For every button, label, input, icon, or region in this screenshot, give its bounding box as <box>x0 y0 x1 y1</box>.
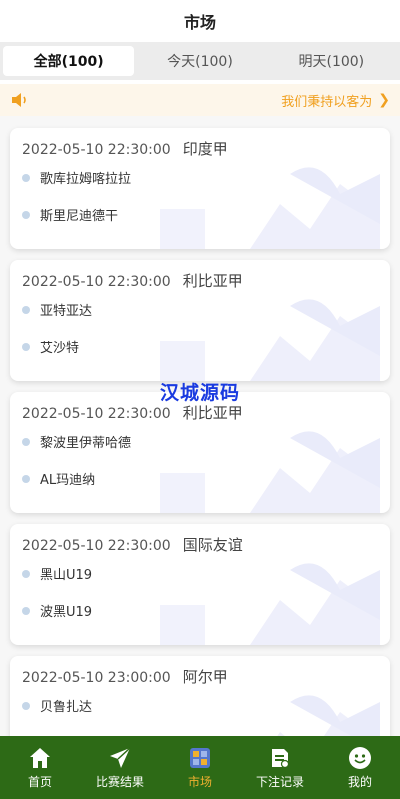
tabbar-item-home[interactable]: 首页 <box>0 736 80 799</box>
team-away: 斯里尼迪德干 <box>22 205 118 224</box>
tab-all[interactable]: 全部(100) <box>3 46 135 76</box>
tabbar-item-results[interactable]: 比赛结果 <box>80 736 160 799</box>
watermark-text: 汉城源码 <box>159 382 240 404</box>
tabbar-item-records[interactable]: 下注记录 <box>240 736 320 799</box>
tabbar-item-me[interactable]: 我的 <box>320 736 400 799</box>
team-away: AL玛迪纳 <box>22 469 95 488</box>
market-icon <box>190 747 210 768</box>
team-home: 歌库拉姆喀拉拉 <box>22 168 131 187</box>
tabbar-label: 市场 <box>187 774 212 789</box>
match-time: 2022-05-10 22:30:00 <box>22 274 171 290</box>
notice-text: 我们秉持以客为 <box>281 94 373 110</box>
match-card[interactable]: 2022-05-10 22:30:00 国际友谊 黑山U19 波黑U19 <box>10 524 390 645</box>
speaker-icon <box>12 93 26 107</box>
tabbar-item-market[interactable]: 市场 <box>160 736 240 799</box>
team-dot-icon <box>22 606 30 615</box>
team-away: 波黑U19 <box>22 601 92 620</box>
filter-tabs: 全部(100) 今天(100) 明天(100) <box>0 42 400 80</box>
match-card[interactable]: 2022-05-10 22:30:00 利比亚甲 亚特亚达 艾沙特 <box>10 260 390 381</box>
team-name: 贝鲁扎达 <box>40 700 93 715</box>
record-icon <box>272 748 290 768</box>
tabbar-label: 我的 <box>347 774 372 789</box>
team-dot-icon <box>22 210 30 219</box>
team-name: AL玛迪纳 <box>40 473 96 488</box>
notice-bar[interactable]: 我们秉持以客为 ❯ <box>0 84 400 116</box>
match-time: 2022-05-10 22:30:00 <box>22 538 171 554</box>
bottom-tab-bar: 首页 比赛结果 市场 下注记录 我的 <box>0 736 400 799</box>
match-time: 2022-05-10 22:30:00 <box>22 406 171 422</box>
team-name: 波黑U19 <box>40 605 93 620</box>
team-dot-icon <box>22 701 30 710</box>
team-name: 歌库拉姆喀拉拉 <box>40 172 132 187</box>
match-list: 2022-05-10 22:30:00 印度甲 歌库拉姆喀拉拉 斯里尼迪德干 2… <box>0 116 400 736</box>
team-dot-icon <box>22 173 30 182</box>
team-home: 贝鲁扎达 <box>22 696 92 715</box>
team-dot-icon <box>22 342 30 351</box>
chevron-right-icon[interactable]: ❯ <box>378 92 390 108</box>
match-card[interactable]: 2022-05-10 23:00:00 阿尔甲 贝鲁扎达 <box>10 656 390 736</box>
match-card[interactable]: 2022-05-10 22:30:00 印度甲 歌库拉姆喀拉拉 斯里尼迪德干 <box>10 128 390 249</box>
tab-today[interactable]: 今天(100) <box>134 46 265 76</box>
team-dot-icon <box>22 437 30 446</box>
team-dot-icon <box>22 474 30 483</box>
team-dot-icon <box>22 305 30 314</box>
match-league: 利比亚甲 <box>182 272 243 290</box>
team-home: 黑山U19 <box>22 564 92 583</box>
team-name: 亚特亚达 <box>40 304 93 319</box>
team-name: 艾沙特 <box>40 341 80 356</box>
send-icon <box>110 746 131 768</box>
match-card[interactable]: 2022-05-10 22:30:00 利比亚甲 黎波里伊蒂哈德 AL玛迪纳 <box>10 392 390 513</box>
home-icon <box>30 747 50 768</box>
team-dot-icon <box>22 569 30 578</box>
match-time: 2022-05-10 22:30:00 <box>22 142 171 158</box>
team-home: 黎波里伊蒂哈德 <box>22 432 131 451</box>
match-time: 2022-05-10 23:00:00 <box>22 670 171 686</box>
match-league: 国际友谊 <box>182 536 243 554</box>
match-league: 利比亚甲 <box>182 404 243 422</box>
tabbar-label: 比赛结果 <box>95 774 144 789</box>
team-name: 黑山U19 <box>40 568 93 583</box>
match-league: 印度甲 <box>182 140 228 158</box>
team-home: 亚特亚达 <box>22 300 92 319</box>
tabbar-label: 首页 <box>27 774 52 789</box>
tabbar-label: 下注记录 <box>255 774 304 789</box>
team-name: 斯里尼迪德干 <box>40 209 119 224</box>
tab-tomorrow[interactable]: 明天(100) <box>266 46 397 76</box>
profile-icon <box>349 746 371 769</box>
team-name: 黎波里伊蒂哈德 <box>40 436 132 451</box>
page-title: 市场 <box>0 0 400 42</box>
team-away: 艾沙特 <box>22 337 79 356</box>
match-league: 阿尔甲 <box>182 668 228 686</box>
